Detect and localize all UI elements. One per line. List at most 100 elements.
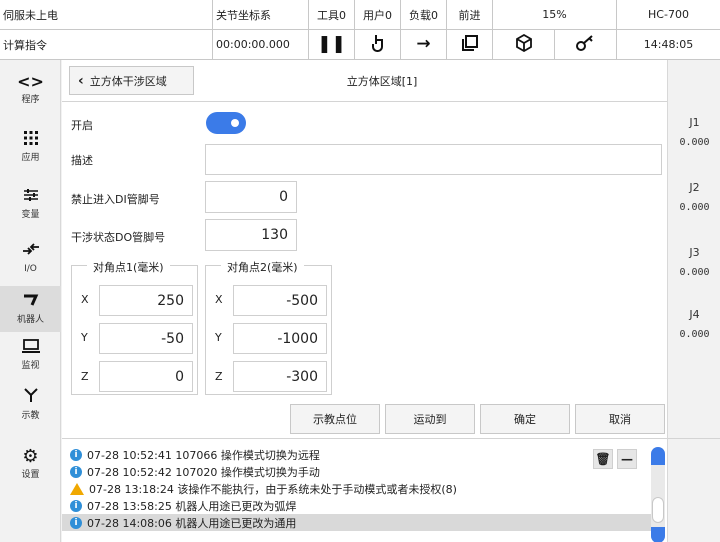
corner1-z-field[interactable]: 0 [99,361,193,392]
warning-icon [70,482,84,495]
grid-icon [23,130,38,149]
message-log: i 07-28 10:52:41 107066 操作模式切换为远程 i 07-2… [62,438,667,542]
key-button[interactable] [555,30,617,60]
status-bar: 伺服未上电 关节坐标系 工具0 用户0 负载0 前进 15% HC-700 计算… [0,0,720,60]
pause-button[interactable]: ❚❚ [309,30,355,60]
model-name: HC-700 [617,0,720,30]
servo-status: 伺服未上电 [0,0,213,30]
sidebar-item-monitor[interactable]: 监视 [0,332,61,378]
info-icon: i [70,465,82,478]
hand-pointer-icon [371,34,385,56]
log-text: 07-28 13:58:25 机器人用途已更改为弧焊 [87,499,297,513]
sidebar-item-teach[interactable]: 示教 [0,381,61,427]
log-row[interactable]: i 07-28 10:52:42 107020 操作模式切换为手动 [62,463,652,480]
joint-value: 0.000 [679,267,710,278]
arrow-right-icon: → [416,34,431,54]
direction-status[interactable]: 前进 [447,0,493,30]
sidebar-item-label: 示教 [21,410,40,421]
sidebar-item-variables[interactable]: 变量 [0,181,61,227]
do-pin-label: 干涉状态DO管脚号 [71,231,166,244]
back-button[interactable]: ‹ 立方体干涉区域 [69,66,194,95]
trash-icon: 🗑 [595,452,611,466]
code-icon: <> [17,71,44,91]
joint-value: 0.000 [679,137,710,148]
step-forward-button[interactable]: → [401,30,447,60]
main-panel: ‹ 立方体干涉区域 立方体区域[1] 开启 描述 禁止进入DI管脚号 0 干涉状… [62,60,667,438]
sidebar-item-label: 机器人 [16,314,44,325]
enable-toggle[interactable] [206,112,246,134]
cancel-button[interactable]: 取消 [575,404,665,434]
tool-select[interactable]: 工具0 [309,0,355,30]
log-toolbar: 🗑 — [593,449,653,469]
desc-field[interactable] [205,144,662,175]
move-to-button[interactable]: 运动到 [385,404,475,434]
log-text: 07-28 14:08:06 机器人用途已更改为通用 [87,516,297,530]
sidebar-item-label: I/O [24,263,37,274]
sidebar-item-program[interactable]: <> 程序 [0,66,61,112]
log-row[interactable]: i 07-28 13:58:25 机器人用途已更改为弧焊 [62,497,652,514]
toggle-knob [231,119,239,127]
load-select[interactable]: 负载0 [401,0,447,30]
page-title: 立方体区域[1] [346,75,418,88]
sidebar-item-label: 程序 [21,94,40,105]
pause-icon: ❚❚ [317,34,346,54]
coord-system[interactable]: 关节坐标系 [213,0,309,30]
di-pin-field[interactable]: 0 [205,181,297,213]
sidebar-item-apps[interactable]: 应用 [0,124,61,170]
corner1-title: 对角点1(毫米) [87,259,170,275]
corner2-z-field[interactable]: -300 [233,361,327,392]
log-row[interactable]: i 07-28 10:52:41 107066 操作模式切换为远程 [62,446,652,463]
robot-icon [22,293,40,311]
info-icon: i [70,499,82,512]
do-pin-field[interactable]: 130 [205,219,297,251]
corner2-x-label: X [215,293,223,306]
app-root: 伺服未上电 关节坐标系 工具0 用户0 负载0 前进 15% HC-700 计算… [0,0,720,542]
log-row[interactable]: i 07-28 14:08:06 机器人用途已更改为通用 [62,514,652,531]
frame-icon [461,34,479,56]
enable-label: 开启 [71,119,93,132]
corner1-x-label: X [81,293,89,306]
corner2-x-field[interactable]: -500 [233,285,327,316]
sidebar-item-label: 设置 [21,469,40,480]
corner2-y-label: Y [215,331,222,344]
log-text: 07-28 10:52:42 107020 操作模式切换为手动 [87,465,320,479]
user-select[interactable]: 用户0 [355,0,401,30]
corner2-y-field[interactable]: -1000 [233,323,327,354]
log-side-spacer [667,438,720,542]
gear-icon: ⚙ [22,445,39,467]
corner1-x-field[interactable]: 250 [99,285,193,316]
corner1-y-field[interactable]: -50 [99,323,193,354]
joint-value: 0.000 [679,329,710,340]
sliders-icon [23,188,39,206]
log-row[interactable]: 07-28 13:18:24 该操作不能执行，由于系统未处于手动模式或者未授权(… [62,480,652,497]
joint-name: J2 [689,181,700,194]
clear-log-button[interactable]: 🗑 [593,449,613,469]
desc-label: 描述 [71,154,93,167]
log-text: 07-28 13:18:24 该操作不能执行，由于系统未处于手动模式或者未授权(… [89,482,457,496]
sidebar-item-label: 应用 [21,152,40,163]
cube-button[interactable] [493,30,555,60]
speed-percent[interactable]: 15% [493,0,617,30]
log-text: 07-28 10:52:41 107066 操作模式切换为远程 [87,448,320,462]
sidebar-item-settings[interactable]: ⚙ 设置 [0,441,61,487]
scroll-down-icon[interactable] [651,527,665,542]
panel-header: ‹ 立方体干涉区域 立方体区域[1] [62,60,667,102]
confirm-button[interactable]: 确定 [480,404,570,434]
clock: 14:48:05 [617,30,720,60]
corner1-y-label: Y [81,331,88,344]
info-icon: i [70,516,82,529]
sidebar-item-io[interactable]: I/O [0,235,61,281]
collapse-log-button[interactable]: — [617,449,637,469]
sidebar-item-robot[interactable]: 机器人 [0,286,61,332]
cube-icon [515,33,533,56]
log-scrollbar[interactable] [651,447,665,542]
hand-mode-button[interactable] [355,30,401,60]
teach-point-button[interactable]: 示教点位 [290,404,380,434]
corner1-z-label: Z [81,370,89,383]
run-timer: 00:00:00.000 [213,30,309,60]
frame-button[interactable] [447,30,493,60]
scroll-thumb[interactable] [652,497,664,523]
scroll-up-icon[interactable] [651,447,665,465]
corner2-title: 对角点2(毫米) [221,259,304,275]
teach-icon [23,387,39,407]
